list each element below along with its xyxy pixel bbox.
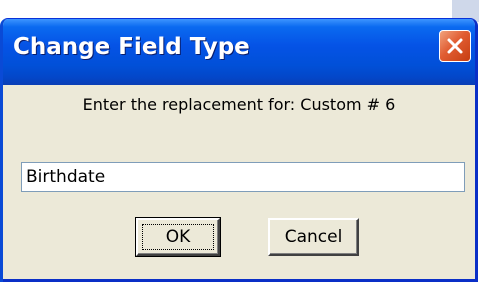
cancel-button-label: Cancel	[284, 227, 343, 247]
prompt-label: Enter the replacement for: Custom # 6	[82, 95, 396, 114]
ok-button[interactable]: OK	[135, 217, 221, 257]
screen: Change Field Type Enter the replacement …	[0, 0, 479, 282]
replacement-input[interactable]: Birthdate	[21, 162, 465, 192]
dialog-body: Enter the replacement for: Custom # 6 Bi…	[3, 85, 475, 282]
title-bar[interactable]: Change Field Type	[3, 19, 475, 85]
cancel-button[interactable]: Cancel	[268, 218, 359, 256]
ok-button-label: OK	[165, 227, 191, 247]
change-field-type-dialog: Change Field Type Enter the replacement …	[0, 18, 478, 282]
dialog-title: Change Field Type	[13, 34, 250, 60]
close-x-icon	[447, 38, 463, 54]
close-button[interactable]	[439, 30, 471, 62]
